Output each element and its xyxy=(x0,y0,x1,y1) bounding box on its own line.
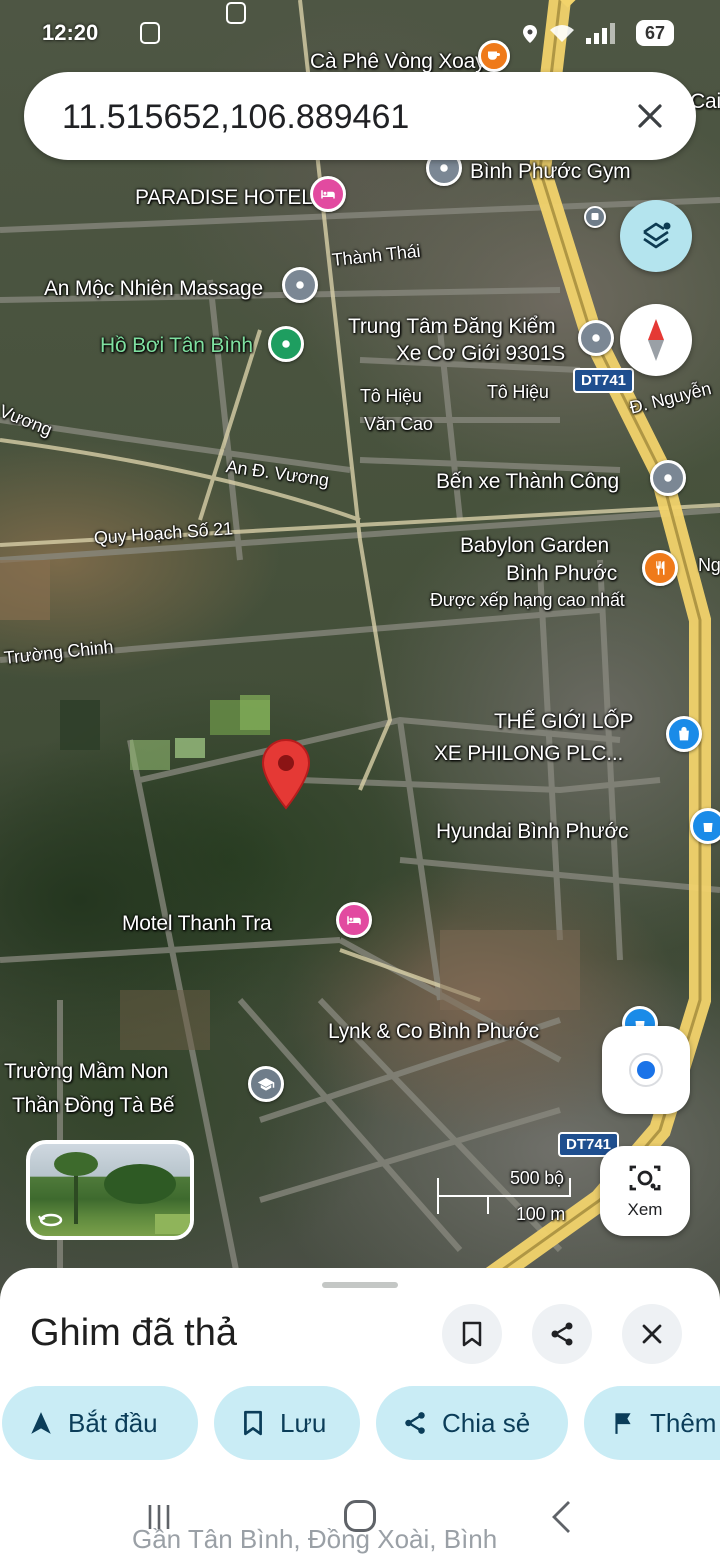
motel-icon[interactable] xyxy=(336,902,372,938)
battery-icon: 67 xyxy=(636,20,674,46)
scale-feet: 500 bộ xyxy=(510,1168,564,1188)
share-icon xyxy=(551,1322,573,1346)
label-van-cao: Văn Cao xyxy=(364,414,433,434)
lens-label: Xem xyxy=(627,1200,663,1219)
clear-search-button[interactable] xyxy=(628,94,672,138)
status-bar: 12:20 67 xyxy=(0,0,720,64)
label-motel-thanh-tra[interactable]: Motel Thanh Tra xyxy=(122,912,272,936)
label-babylon-garden[interactable]: Babylon Garden xyxy=(460,534,609,558)
rotate-360-icon xyxy=(38,1210,64,1230)
label-lynk-co[interactable]: Lynk & Co Bình Phước xyxy=(328,1020,539,1044)
lens-button[interactable]: Xem xyxy=(600,1146,690,1236)
bus-station-pin-icon[interactable] xyxy=(650,460,686,496)
bus-notification-icon-2 xyxy=(226,2,246,24)
save-button[interactable]: Lưu xyxy=(214,1386,360,1460)
share-button[interactable]: Chia sẻ xyxy=(376,1386,568,1460)
label-hyundai-binh-phuoc[interactable]: Hyundai Bình Phước xyxy=(436,820,629,844)
bus-notification-icon xyxy=(140,22,160,44)
label-binh-phuoc-gym[interactable]: Bình Phước Gym xyxy=(470,160,631,184)
battery-level: 67 xyxy=(644,23,666,43)
hotel-icon[interactable] xyxy=(310,176,346,212)
label-ben-xe-thanh-cong[interactable]: Bến xe Thành Công xyxy=(436,470,619,494)
close-icon xyxy=(642,1324,662,1344)
shopping-bag-icon[interactable] xyxy=(666,716,702,752)
wifi-icon xyxy=(548,24,576,50)
save-icon-button[interactable] xyxy=(442,1304,502,1364)
compass-button[interactable] xyxy=(620,304,692,376)
scale-meters: 100 m xyxy=(516,1204,566,1224)
start-button[interactable]: Bắt đầu xyxy=(2,1386,198,1460)
more-button[interactable]: Thêm xyxy=(584,1386,720,1460)
location-icon xyxy=(522,24,538,50)
more-label: Thêm xyxy=(650,1407,717,1438)
pool-pin-icon[interactable] xyxy=(268,326,304,362)
bookmark-icon xyxy=(462,1321,482,1347)
home-icon[interactable] xyxy=(344,1500,376,1532)
share-icon xyxy=(405,1412,425,1434)
school-icon[interactable] xyxy=(248,1066,284,1102)
back-icon[interactable] xyxy=(550,1500,572,1539)
search-query[interactable]: 11.515652,106.889461 xyxy=(62,98,409,137)
label-to-hieu-1: Tô Hiệu xyxy=(360,386,422,406)
bookmark-icon xyxy=(244,1410,262,1436)
label-paradise-hotel[interactable]: PARADISE HOTEL xyxy=(135,186,313,210)
system-navigation-bar xyxy=(0,1480,720,1560)
bus-stop-icon[interactable] xyxy=(584,206,606,228)
close-sheet-button[interactable] xyxy=(622,1304,682,1364)
inspection-pin-icon[interactable] xyxy=(578,320,614,356)
label-to-hieu-2: Tô Hiệu xyxy=(487,382,549,402)
start-label: Bắt đầu xyxy=(68,1407,158,1438)
save-label: Lưu xyxy=(280,1407,327,1438)
label-ng: Ng xyxy=(698,555,720,575)
camera-lens-icon xyxy=(629,1165,661,1191)
status-time: 12:20 xyxy=(42,20,99,45)
layers-icon xyxy=(643,222,671,249)
recent-apps-icon[interactable] xyxy=(144,1502,174,1537)
car-dealer-icon[interactable] xyxy=(690,808,720,844)
label-the-gioi-lop[interactable]: THẾ GIỚI LỐP xyxy=(494,710,634,734)
label-babylon-rating: Được xếp hạng cao nhất xyxy=(430,590,625,610)
search-bar[interactable]: 11.515652,106.889461 xyxy=(24,72,696,160)
massage-pin-icon[interactable] xyxy=(282,267,318,303)
label-truong-mam-non[interactable]: Trường Mầm Non xyxy=(4,1060,168,1084)
close-icon xyxy=(638,104,662,128)
label-babylon-binh-phuoc[interactable]: Bình Phước xyxy=(506,562,617,586)
street-view-thumbnail[interactable] xyxy=(26,1140,194,1240)
my-location-button[interactable] xyxy=(602,1026,690,1114)
label-xe-co-gioi[interactable]: Xe Cơ Giới 9301S xyxy=(396,342,565,366)
label-than-dong-ta-be[interactable]: Thần Đồng Tà Bế xyxy=(12,1094,175,1118)
label-an-moc-nhien-massage[interactable]: An Mộc Nhiên Massage xyxy=(44,277,263,301)
dropped-pin-icon[interactable] xyxy=(260,738,312,810)
label-xe-philong[interactable]: XE PHILONG PLC... xyxy=(434,742,623,766)
restaurant-icon[interactable] xyxy=(642,550,678,586)
share-icon-button[interactable] xyxy=(532,1304,592,1364)
label-trung-tam-dang-kiem[interactable]: Trung Tâm Đăng Kiểm xyxy=(348,315,556,339)
compass-icon xyxy=(648,319,664,361)
sheet-drag-handle[interactable] xyxy=(322,1282,398,1288)
road-shield-dt741: DT741 xyxy=(573,368,635,393)
signal-icon xyxy=(584,22,628,52)
share-label: Chia sẻ xyxy=(442,1407,531,1438)
flag-icon xyxy=(615,1413,631,1434)
location-dot-icon xyxy=(629,1053,663,1087)
layers-button[interactable] xyxy=(620,200,692,272)
sheet-title: Ghim đã thả xyxy=(30,1312,237,1354)
label-ho-boi-tan-binh[interactable]: Hồ Bơi Tân Bình xyxy=(100,334,253,358)
navigation-arrow-icon xyxy=(31,1412,51,1434)
